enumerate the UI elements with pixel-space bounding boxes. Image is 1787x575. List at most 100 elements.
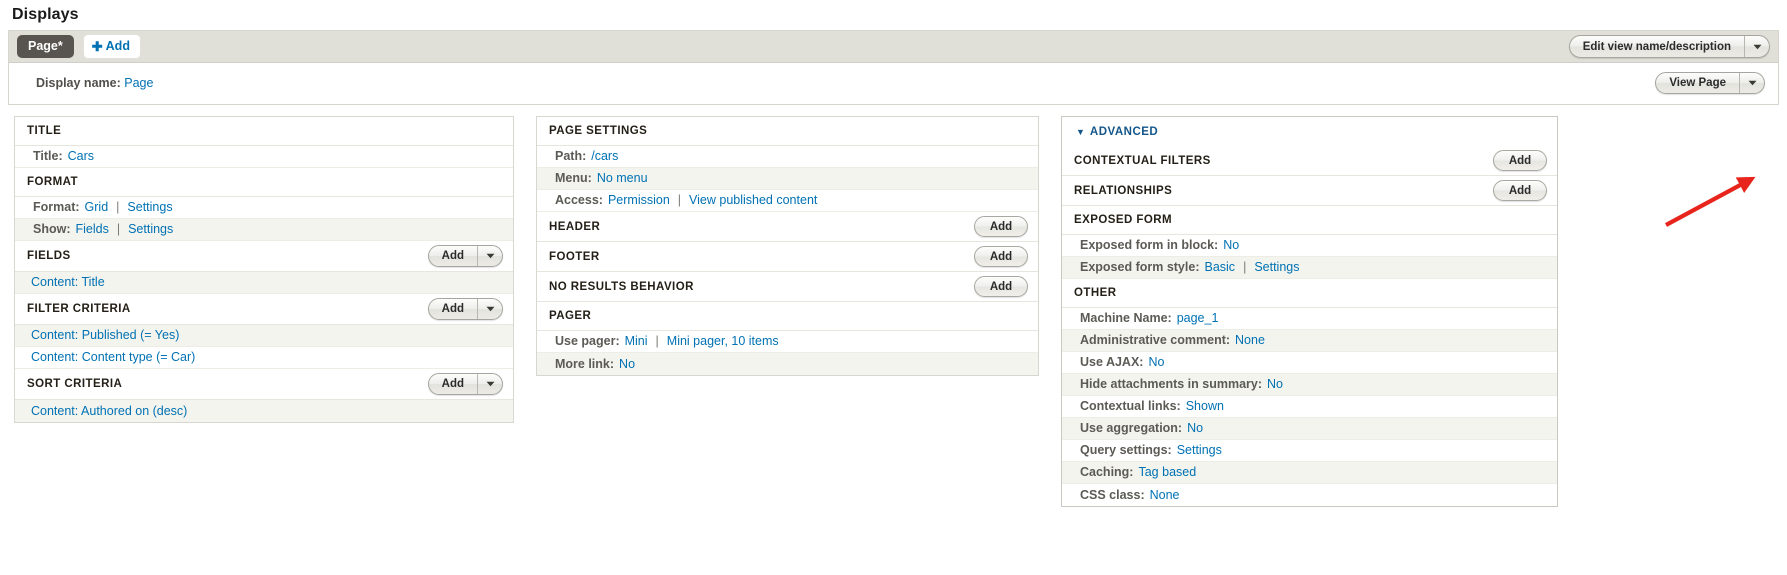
row-use-aggregation: Use aggregation: No (1062, 418, 1557, 440)
relationships-add-button[interactable]: Add (1493, 180, 1547, 201)
query-settings-value[interactable]: Settings (1177, 443, 1222, 457)
chevron-down-icon[interactable] (1744, 36, 1769, 57)
triangle-down-icon: ▼ (1076, 126, 1085, 137)
bucket-header-header: Header Add (537, 212, 1038, 242)
machine-name-label: Machine Name: (1080, 311, 1172, 325)
caching-value[interactable]: Tag based (1138, 465, 1196, 479)
use-aggregation-value[interactable]: No (1187, 421, 1203, 435)
use-pager-settings-link[interactable]: Mini pager, 10 items (667, 334, 779, 348)
row-use-pager: Use pager: Mini | Mini pager, 10 items (537, 331, 1038, 353)
path-value-link[interactable]: /cars (591, 149, 618, 163)
filter-add-label[interactable]: Add (429, 299, 477, 319)
header-add-button[interactable]: Add (974, 216, 1028, 237)
sort-authored-on-link[interactable]: Content: Authored on (desc) (31, 404, 187, 418)
divider: | (116, 200, 120, 214)
bucket-filter-label: Filter criteria (27, 303, 131, 315)
no-results-add-button[interactable]: Add (974, 276, 1028, 297)
bucket-page-settings-label: Page settings (549, 125, 648, 137)
show-label: Show: (33, 222, 71, 236)
filter-add-dropbutton[interactable]: Add (427, 298, 503, 320)
bucket-relationships-label: Relationships (1074, 184, 1173, 197)
bucket-exposed-form-header: Exposed form (1062, 206, 1557, 235)
divider: | (677, 193, 682, 207)
page-title: Displays (12, 6, 79, 23)
access-type-link[interactable]: Permission (608, 193, 670, 207)
use-ajax-value[interactable]: No (1148, 355, 1164, 369)
hide-attachments-label: Hide attachments in summary: (1080, 377, 1262, 391)
add-display-label: Add (105, 39, 130, 53)
bucket-sort-header: Sort criteria Add (15, 369, 513, 400)
caching-label: Caching: (1080, 465, 1134, 479)
field-content-title-link[interactable]: Content: Title (31, 275, 105, 289)
column-right: ▼ Advanced Contextual filters Add Relati… (1061, 116, 1558, 507)
display-name-value[interactable]: Page (124, 76, 153, 90)
sort-add-label[interactable]: Add (429, 374, 477, 394)
row-css-class: CSS class: None (1062, 484, 1557, 506)
bucket-no-results-header: No results behavior Add (537, 272, 1038, 302)
chevron-down-icon[interactable] (1739, 73, 1764, 93)
add-display-button[interactable]: ✚ Add (82, 34, 141, 59)
bucket-pager-header: Pager (537, 302, 1038, 331)
row-more-link: More link: No (537, 353, 1038, 375)
fields-add-dropbutton[interactable]: Add (427, 245, 503, 267)
exposed-form-style-settings[interactable]: Settings (1254, 260, 1299, 274)
footer-actions: Add (974, 246, 1028, 267)
display-settings-columns: Title Title: Cars Format Format: Grid | … (0, 105, 1787, 507)
list-item: Content: Authored on (desc) (15, 400, 513, 422)
bucket-pager-label: Pager (549, 310, 592, 322)
row-exposed-form-style: Exposed form style: Basic | Settings (1062, 257, 1557, 279)
footer-add-button[interactable]: Add (974, 246, 1028, 267)
exposed-form-in-block-value[interactable]: No (1223, 238, 1239, 252)
row-exposed-form-in-block: Exposed form in block: No (1062, 235, 1557, 257)
exposed-form-style-value[interactable]: Basic (1204, 260, 1235, 274)
filter-published-link[interactable]: Content: Published (= Yes) (31, 328, 179, 342)
title-value-link[interactable]: Cars (68, 149, 94, 163)
fields-add-label[interactable]: Add (429, 246, 477, 266)
administrative-comment-value[interactable]: None (1235, 333, 1265, 347)
administrative-comment-label: Administrative comment: (1080, 333, 1231, 347)
format-settings-link[interactable]: Settings (127, 200, 172, 214)
css-class-label: CSS class: (1080, 487, 1145, 502)
bucket-fields-header: Fields Add (15, 241, 513, 272)
row-access: Access: Permission | View published cont… (537, 190, 1038, 212)
sort-add-dropbutton[interactable]: Add (427, 373, 503, 395)
bucket-relationships-header: Relationships Add (1062, 176, 1557, 206)
bucket-contextual-filters-label: Contextual filters (1074, 154, 1211, 167)
view-page-label[interactable]: View Page (1656, 73, 1739, 93)
row-machine-name: Machine Name: page_1 (1062, 308, 1557, 330)
list-item: Content: Content type (= Car) (15, 347, 513, 369)
menu-value-link[interactable]: No menu (597, 171, 648, 185)
menu-label: Menu: (555, 171, 592, 185)
format-style-link[interactable]: Grid (85, 200, 109, 214)
divider: | (655, 334, 659, 348)
chevron-down-icon[interactable] (477, 374, 502, 394)
show-settings-link[interactable]: Settings (128, 222, 173, 236)
filter-content-type-link[interactable]: Content: Content type (= Car) (31, 350, 195, 364)
edit-view-name-label[interactable]: Edit view name/description (1570, 36, 1744, 57)
row-query-settings: Query settings: Settings (1062, 440, 1557, 462)
hide-attachments-value[interactable]: No (1267, 377, 1283, 391)
machine-name-value[interactable]: page_1 (1177, 311, 1219, 325)
use-aggregation-label: Use aggregation: (1080, 421, 1183, 435)
row-title: Title: Cars (15, 146, 513, 168)
chevron-down-icon[interactable] (477, 299, 502, 319)
access-permission-link[interactable]: View published content (689, 193, 817, 207)
bucket-other-header: Other (1062, 279, 1557, 308)
bucket-contextual-filters-header: Contextual filters Add (1062, 146, 1557, 176)
divider: | (116, 222, 121, 236)
advanced-toggle[interactable]: ▼ Advanced (1062, 117, 1557, 146)
chevron-down-icon[interactable] (477, 246, 502, 266)
row-contextual-links: Contextual links: Shown (1062, 396, 1557, 418)
css-class-value[interactable]: None (1150, 488, 1180, 502)
contextual-filters-add-button[interactable]: Add (1493, 150, 1547, 171)
edit-view-name-dropbutton[interactable]: Edit view name/description (1568, 35, 1770, 58)
view-page-dropbutton[interactable]: View Page (1655, 72, 1765, 94)
show-type-link[interactable]: Fields (76, 222, 109, 236)
more-link-value-link[interactable]: No (619, 357, 635, 371)
tab-display-page[interactable]: Page* (17, 34, 74, 59)
advanced-panel: ▼ Advanced Contextual filters Add Relati… (1061, 116, 1558, 507)
contextual-links-value[interactable]: Shown (1186, 399, 1224, 413)
use-pager-type-link[interactable]: Mini (625, 334, 648, 348)
format-label: Format: (33, 200, 80, 214)
bucket-page-settings-header: Page settings (537, 117, 1038, 146)
